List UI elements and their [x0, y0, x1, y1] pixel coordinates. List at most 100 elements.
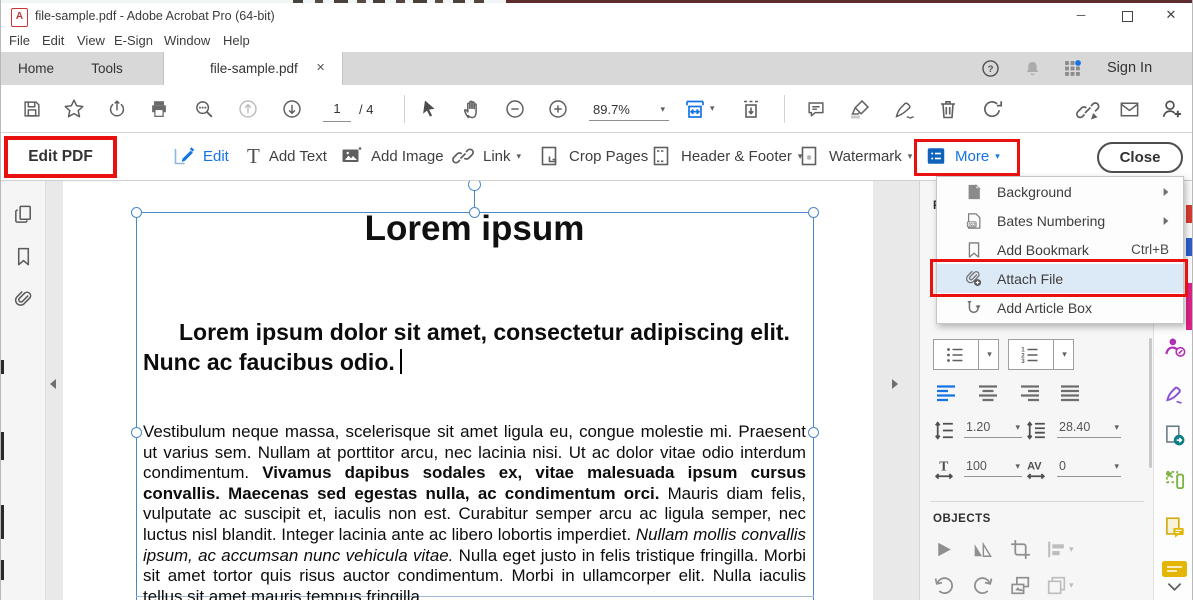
edit-tool-button[interactable]: Edit [171, 144, 229, 168]
arrange-objects-button[interactable]: ▾ [1044, 573, 1074, 598]
align-justify-button[interactable] [1058, 381, 1082, 405]
share-link-icon[interactable] [1075, 97, 1101, 123]
more-button[interactable]: More ▾ [925, 145, 1000, 167]
add-text-button[interactable]: T Add Text [247, 144, 327, 168]
watermark-button[interactable]: Watermark ▾ [797, 144, 912, 168]
rotate-ccw-button[interactable] [932, 573, 957, 598]
comment-icon[interactable] [805, 98, 827, 120]
paragraph-spacing-dropdown[interactable]: 28.40▾ [1057, 420, 1121, 438]
next-page-icon[interactable] [281, 98, 303, 120]
textbox-border-left[interactable] [136, 212, 137, 600]
zoom-in-icon[interactable] [547, 98, 569, 120]
resize-handle-middle-left[interactable] [131, 427, 142, 438]
numbered-list-button[interactable]: 123 ▾ [1008, 339, 1074, 370]
header-footer-button[interactable]: Header & Footer ▾ [649, 144, 802, 168]
menu-item-background[interactable]: Background [937, 177, 1183, 206]
close-window-button[interactable]: ✕ [1153, 3, 1189, 29]
menu-item-attach-file[interactable]: Attach File [937, 264, 1183, 293]
export-pdf-tool-icon[interactable] [1162, 423, 1188, 449]
add-image-button[interactable]: Add Image [339, 144, 444, 168]
flip-vertical-button[interactable] [970, 537, 995, 562]
search-icon[interactable] [193, 98, 215, 120]
menu-edit[interactable]: Edit [42, 33, 64, 48]
sign-in-button[interactable]: Sign In [1107, 60, 1152, 76]
maximize-button[interactable] [1109, 3, 1145, 29]
add-user-icon[interactable] [1159, 97, 1183, 121]
tab-document[interactable]: file-sample.pdf ✕ [163, 52, 343, 85]
email-icon[interactable] [1118, 98, 1141, 121]
document-page[interactable]: Lorem ipsum Lorem ipsum dolor sit amet, … [63, 181, 873, 600]
collapse-left-panel-icon[interactable] [50, 379, 56, 389]
menu-item-add-article-box[interactable]: Add Article Box [937, 293, 1183, 322]
help-icon[interactable]: ? [980, 58, 1001, 79]
zoom-level-dropdown[interactable]: 89.7% ▾ [589, 99, 669, 121]
tab-home[interactable]: Home [1, 52, 71, 85]
hand-tool-icon[interactable] [460, 97, 484, 121]
comment-panel-icon[interactable] [1161, 560, 1188, 579]
menu-window[interactable]: Window [164, 33, 210, 48]
numbered-list-dropdown[interactable]: ▾ [1053, 340, 1075, 369]
rail-expand-chevron-icon[interactable] [1164, 580, 1185, 596]
previous-page-icon[interactable] [237, 98, 259, 120]
page-thumbnails-icon[interactable] [12, 203, 35, 226]
select-tool-icon[interactable] [417, 97, 441, 121]
print-icon[interactable] [148, 98, 170, 120]
tab-tools[interactable]: Tools [75, 52, 139, 85]
link-icon [451, 144, 475, 168]
menu-help[interactable]: Help [223, 33, 250, 48]
resize-handle-top-right[interactable] [808, 207, 819, 218]
expand-right-panel-icon[interactable] [892, 379, 898, 389]
comment-tool-icon[interactable] [1162, 515, 1188, 541]
minimize-button[interactable]: ─ [1063, 3, 1099, 29]
notifications-bell-icon[interactable] [1022, 58, 1043, 79]
fill-sign-icon[interactable] [892, 97, 916, 121]
bullet-list-button[interactable]: ▾ [933, 339, 999, 370]
combine-files-tool-sliver[interactable] [1186, 238, 1193, 256]
menu-item-bates-numbering[interactable]: 012 Bates Numbering [937, 206, 1183, 235]
request-signatures-tool-icon[interactable] [1162, 334, 1188, 360]
apps-grid-icon[interactable] [1062, 58, 1083, 79]
fill-sign-tool-icon[interactable] [1162, 380, 1188, 406]
page-scrolling-icon[interactable] [739, 97, 763, 121]
resize-handle-top-left[interactable] [131, 207, 142, 218]
menu-esign[interactable]: E-Sign [114, 33, 153, 48]
close-edit-button[interactable]: Close [1097, 142, 1183, 173]
align-right-button[interactable] [1018, 381, 1042, 405]
zoom-out-icon[interactable] [504, 98, 526, 120]
crop-object-button[interactable] [1008, 537, 1033, 562]
create-pdf-tool-sliver[interactable] [1186, 205, 1193, 223]
rotate-icon[interactable] [980, 97, 1004, 121]
rotation-handle[interactable] [468, 181, 481, 191]
fit-width-icon[interactable] [683, 97, 707, 121]
chevron-down-icon[interactable]: ▾ [710, 104, 715, 113]
rotate-cw-button[interactable] [970, 573, 995, 598]
share-icon[interactable] [106, 98, 128, 120]
align-left-button[interactable] [934, 381, 958, 405]
highlighter-icon[interactable] [848, 97, 872, 121]
save-icon[interactable] [21, 98, 43, 120]
resize-handle-middle-right[interactable] [808, 427, 819, 438]
menu-item-add-bookmark[interactable]: Add Bookmark Ctrl+B [937, 235, 1183, 264]
align-center-button[interactable] [976, 381, 1000, 405]
bullet-list-dropdown[interactable]: ▾ [978, 340, 1000, 369]
character-spacing-dropdown[interactable]: 0▾ [1057, 459, 1121, 477]
flip-horizontal-button[interactable] [932, 537, 957, 562]
organize-pages-tool-icon[interactable] [1162, 467, 1188, 493]
textbox-border-right[interactable] [813, 212, 814, 600]
line-spacing-dropdown[interactable]: 1.20▾ [964, 420, 1022, 438]
align-objects-button[interactable]: ▾ [1044, 537, 1074, 562]
replace-image-button[interactable] [1008, 573, 1033, 598]
menu-file[interactable]: File [9, 33, 30, 48]
link-button[interactable]: Link ▾ [451, 144, 521, 168]
delete-icon[interactable] [936, 97, 960, 121]
panel-scrollbar[interactable] [1149, 338, 1152, 468]
tab-close-icon[interactable]: ✕ [316, 61, 325, 74]
menu-view[interactable]: View [77, 33, 105, 48]
paragraph-spacing-icon [1024, 418, 1049, 443]
crop-pages-button[interactable]: Crop Pages [537, 144, 648, 168]
bookmarks-icon[interactable] [12, 245, 35, 268]
star-icon[interactable] [62, 97, 86, 121]
attachments-icon[interactable] [12, 288, 35, 311]
page-number-input[interactable]: 1 [323, 101, 351, 122]
horizontal-scale-dropdown[interactable]: 100▾ [964, 459, 1022, 477]
